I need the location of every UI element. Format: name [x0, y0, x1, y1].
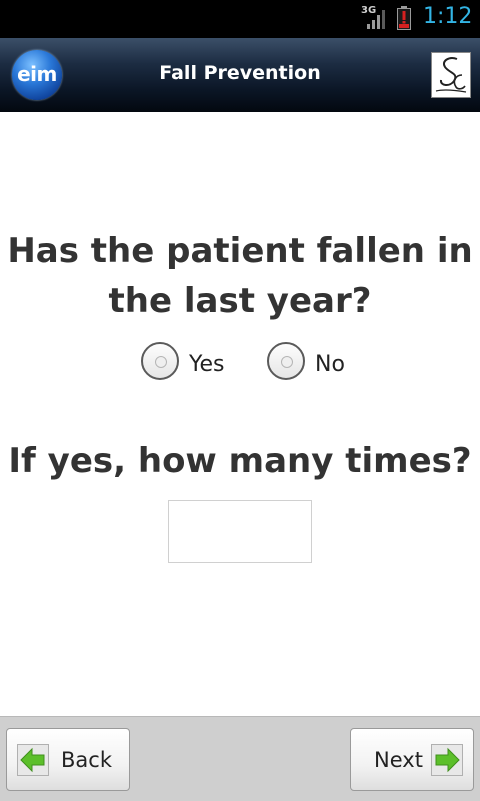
- radio-yes-label[interactable]: Yes: [189, 352, 225, 377]
- next-button-label: Next: [374, 748, 423, 772]
- question-fallen-last-year: Has the patient fallen in the last year?: [7, 231, 473, 321]
- radio-no-indicator: [281, 356, 293, 368]
- signal-strength-icon: [367, 10, 385, 29]
- battery-warning-icon: [397, 6, 411, 30]
- radio-no[interactable]: No: [267, 342, 367, 386]
- radio-no-label[interactable]: No: [315, 352, 345, 377]
- next-button[interactable]: Next: [350, 728, 474, 791]
- arrow-right-icon: [431, 744, 463, 776]
- radio-yes[interactable]: Yes: [141, 342, 241, 386]
- status-bar: 3G 1:12: [0, 0, 480, 38]
- page-title: Fall Prevention: [159, 62, 321, 84]
- app-title-bar: eim Fall Prevention: [0, 38, 480, 112]
- signature-button[interactable]: [431, 52, 471, 98]
- bottom-nav-bar: Back Next: [0, 716, 480, 801]
- fall-count-input[interactable]: [168, 500, 312, 563]
- signature-icon: [435, 57, 467, 93]
- radio-no-button[interactable]: [267, 342, 305, 380]
- back-button-label: Back: [61, 748, 112, 772]
- radio-yes-button[interactable]: [141, 342, 179, 380]
- arrow-left-icon: [17, 744, 49, 776]
- question-how-many-times: If yes, how many times?: [8, 441, 472, 481]
- back-button[interactable]: Back: [6, 728, 130, 791]
- radio-yes-indicator: [155, 356, 167, 368]
- status-time: 1:12: [423, 4, 473, 29]
